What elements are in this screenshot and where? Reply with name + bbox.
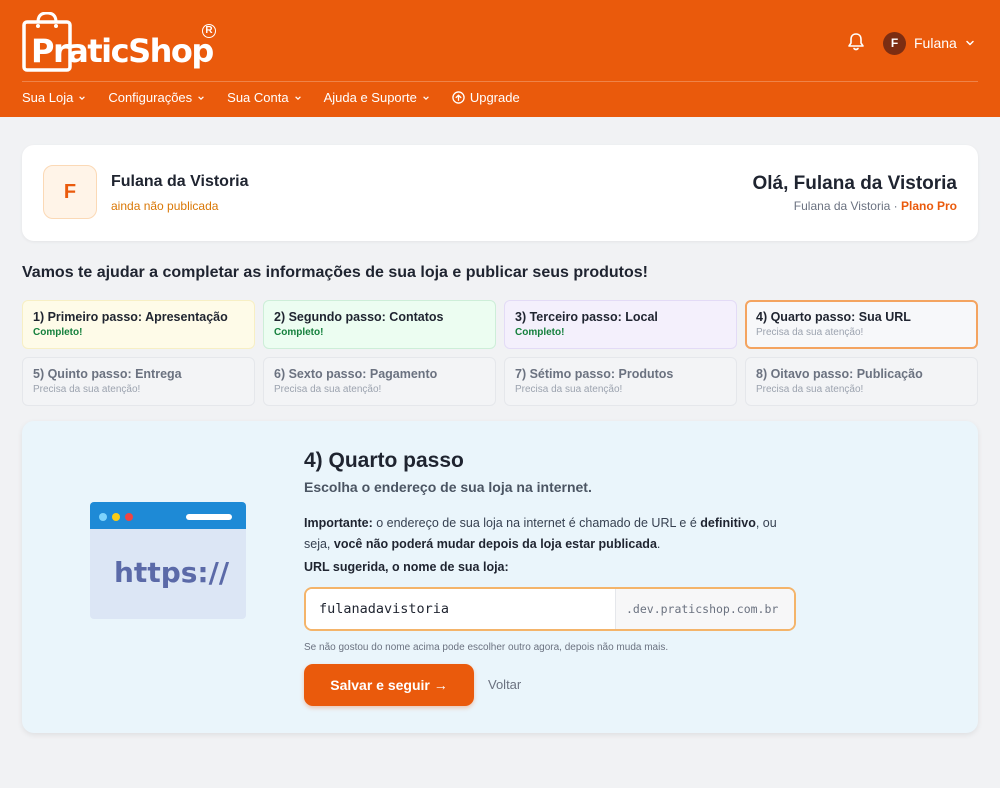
step-title: 5) Quinto passo: Entrega bbox=[33, 367, 182, 381]
step-status: Precisa da sua atenção! bbox=[756, 327, 864, 338]
intro-heading: Vamos te ajudar a completar as informaçõ… bbox=[22, 264, 648, 281]
url-label: URL sugerida, o nome de sua loja: bbox=[304, 560, 509, 574]
chevron-down-icon bbox=[79, 95, 86, 100]
step-status: Precisa da sua atenção! bbox=[274, 384, 382, 395]
chevron-down-icon bbox=[294, 95, 301, 100]
user-menu[interactable]: F Fulana bbox=[883, 31, 975, 55]
plan-badge[interactable]: Plano Pro bbox=[901, 199, 957, 213]
step-3[interactable]: 3) Terceiro passo: Local Completo! bbox=[504, 300, 737, 349]
note-definitive: definitivo bbox=[700, 516, 756, 530]
step-1[interactable]: 1) Primeiro passo: Apresentação Completo… bbox=[22, 300, 255, 349]
step-title: 3) Terceiro passo: Local bbox=[515, 310, 658, 324]
step-5[interactable]: 5) Quinto passo: Entrega Precisa da sua … bbox=[22, 357, 255, 406]
back-button[interactable]: Voltar bbox=[488, 677, 521, 692]
url-hint: Se não gostou do nome acima pode escolhe… bbox=[304, 642, 669, 653]
top-header: PraticShop R F Fulana Sua Loja Configura… bbox=[0, 0, 1000, 117]
step-title: 2) Segundo passo: Contatos bbox=[274, 310, 444, 324]
store-name: Fulana da Vistoria bbox=[111, 173, 249, 190]
step-status: Completo! bbox=[515, 327, 565, 338]
nav-label: Configurações bbox=[108, 90, 193, 105]
step-title: 1) Primeiro passo: Apresentação bbox=[33, 310, 228, 324]
user-name: Fulana bbox=[914, 35, 957, 51]
nav-ajuda-suporte[interactable]: Ajuda e Suporte bbox=[324, 90, 430, 105]
browser-https-illustration: https:// bbox=[90, 502, 246, 619]
panel-title: 4) Quarto passo bbox=[304, 449, 464, 472]
user-avatar: F bbox=[883, 31, 906, 55]
nav-sua-loja[interactable]: Sua Loja bbox=[22, 90, 86, 105]
step-panel: https:// 4) Quarto passo Escolha o ender… bbox=[22, 421, 978, 733]
store-status: ainda não publicada bbox=[111, 199, 219, 213]
step-status: Precisa da sua atenção! bbox=[756, 384, 864, 395]
https-text: https:// bbox=[114, 556, 230, 589]
step-title: 7) Sétimo passo: Produtos bbox=[515, 367, 674, 381]
note-text: o endereço de sua loja na internet é cha… bbox=[372, 516, 701, 530]
greeting-title: Olá, Fulana da Vistoria bbox=[752, 173, 958, 194]
step-status: Precisa da sua atenção! bbox=[515, 384, 623, 395]
registered-icon: R bbox=[202, 24, 216, 38]
step-status: Precisa da sua atenção! bbox=[33, 384, 141, 395]
step-title: 4) Quarto passo: Sua URL bbox=[756, 310, 911, 324]
upgrade-arrow-icon bbox=[452, 91, 465, 104]
save-and-continue-button[interactable]: Salvar e seguir → bbox=[304, 664, 474, 706]
step-2[interactable]: 2) Segundo passo: Contatos Completo! bbox=[263, 300, 496, 349]
chevron-down-icon bbox=[198, 95, 204, 100]
step-8[interactable]: 8) Oitavo passo: Publicação Precisa da s… bbox=[745, 357, 978, 406]
nav-upgrade[interactable]: Upgrade bbox=[452, 90, 520, 105]
step-7[interactable]: 7) Sétimo passo: Produtos Precisa da sua… bbox=[504, 357, 737, 406]
chevron-down-icon bbox=[966, 40, 974, 46]
header-divider bbox=[22, 81, 978, 82]
step-status: Completo! bbox=[274, 327, 324, 338]
plan-line: Fulana da Vistoria · Plano Pro bbox=[794, 199, 957, 213]
store-avatar: F bbox=[43, 165, 97, 219]
notification-bell-icon[interactable] bbox=[846, 32, 866, 52]
praticshop-logo[interactable]: PraticShop R bbox=[22, 12, 222, 74]
step-6[interactable]: 6) Sexto passo: Pagamento Precisa da sua… bbox=[263, 357, 496, 406]
logo-text: PraticShop bbox=[31, 32, 214, 70]
url-field-group: .dev.praticshop.com.br bbox=[304, 587, 796, 631]
nav-label: Sua Conta bbox=[227, 90, 289, 105]
chevron-down-icon bbox=[423, 95, 429, 100]
note-important-label: Importante: bbox=[304, 516, 373, 530]
note-warning: você não poderá mudar depois da loja est… bbox=[333, 537, 657, 551]
store-card: F Fulana da Vistoria ainda não publicada… bbox=[22, 145, 978, 241]
note-text: . bbox=[656, 537, 661, 551]
step-title: 6) Sexto passo: Pagamento bbox=[274, 367, 438, 381]
nav-sua-conta[interactable]: Sua Conta bbox=[227, 90, 301, 105]
important-note: Importante: o endereço de sua loja na in… bbox=[304, 513, 794, 555]
step-title: 8) Oitavo passo: Publicação bbox=[756, 367, 923, 381]
nav-label: Upgrade bbox=[469, 90, 520, 105]
nav-label: Sua Loja bbox=[22, 90, 74, 105]
owner-name: Fulana da Vistoria · bbox=[793, 199, 898, 213]
store-url-input[interactable] bbox=[306, 589, 615, 629]
main-nav: Sua Loja Configurações Sua Conta Ajuda e… bbox=[22, 90, 520, 105]
nav-configuracoes[interactable]: Configurações bbox=[108, 90, 205, 105]
nav-label: Ajuda e Suporte bbox=[323, 90, 417, 105]
steps-grid: 1) Primeiro passo: Apresentação Completo… bbox=[22, 300, 980, 406]
url-domain-suffix: .dev.praticshop.com.br bbox=[615, 589, 794, 629]
step-status: Completo! bbox=[33, 327, 83, 338]
step-4[interactable]: 4) Quarto passo: Sua URL Precisa da sua … bbox=[745, 300, 978, 349]
panel-subtitle: Escolha o endereço de sua loja na intern… bbox=[304, 479, 592, 495]
